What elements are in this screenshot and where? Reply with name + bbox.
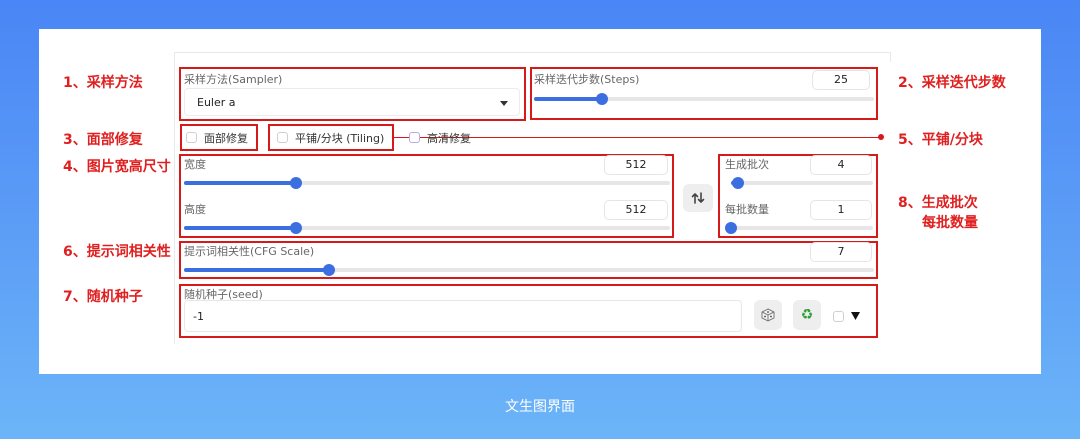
- swap-dimensions-button[interactable]: [683, 184, 713, 212]
- random-seed-button[interactable]: [754, 300, 782, 330]
- height-slider-thumb[interactable]: [289, 222, 302, 234]
- expand-triangle-icon[interactable]: [851, 312, 860, 320]
- sampler-label: 采样方法(Sampler): [184, 73, 283, 86]
- width-slider-thumb[interactable]: [289, 177, 302, 189]
- dice-icon: [761, 308, 775, 322]
- cfg-input[interactable]: 7: [810, 242, 872, 262]
- width-slider-fill: [184, 181, 296, 185]
- sampler-value: Euler a: [197, 96, 236, 109]
- tiling-checkbox[interactable]: [277, 132, 288, 143]
- height-input[interactable]: 512: [604, 200, 668, 220]
- annotation-sampler: 1、采样方法: [63, 75, 143, 91]
- annotation-face-restore: 3、面部修复: [63, 132, 143, 148]
- extra-seed-checkbox[interactable]: [833, 311, 844, 322]
- annotation-size: 4、图片宽高尺寸: [63, 159, 171, 175]
- batch-count-slider[interactable]: [731, 177, 873, 189]
- height-slider-fill: [184, 226, 296, 230]
- seed-value: -1: [193, 310, 204, 323]
- reuse-seed-button[interactable]: ♻: [793, 300, 821, 330]
- batch-size-slider[interactable]: [725, 222, 873, 234]
- steps-input[interactable]: 25: [812, 70, 870, 90]
- recycle-icon: ♻: [800, 307, 814, 323]
- width-slider[interactable]: [184, 177, 670, 189]
- panel-left-divider: [174, 52, 175, 344]
- panel-top-divider: [175, 52, 890, 53]
- swap-arrows-icon: [691, 192, 705, 204]
- cfg-slider[interactable]: [184, 264, 874, 276]
- steps-slider-fill: [534, 97, 602, 101]
- annotation-cfg: 6、提示词相关性: [63, 244, 171, 260]
- batch-size-slider-thumb[interactable]: [725, 222, 737, 234]
- tiling-label: 平铺/分块 (Tiling): [295, 132, 385, 145]
- sampler-select[interactable]: Euler a: [184, 88, 520, 116]
- batch-count-label: 生成批次: [725, 158, 769, 171]
- steps-slider-thumb[interactable]: [596, 93, 608, 105]
- width-input[interactable]: 512: [604, 155, 668, 175]
- annotation-steps: 2、采样迭代步数: [898, 75, 1006, 91]
- face-restore-checkbox[interactable]: [186, 132, 197, 143]
- width-label: 宽度: [184, 158, 206, 171]
- annotation-seed: 7、随机种子: [63, 289, 143, 305]
- steps-slider[interactable]: [534, 93, 874, 105]
- annotation-batch: 8、生成批次: [898, 195, 978, 211]
- caption: 文生图界面: [505, 399, 575, 415]
- batch-size-label: 每批数量: [725, 203, 769, 216]
- batch-count-input[interactable]: 4: [810, 155, 872, 175]
- panel-right-divider: [890, 52, 891, 62]
- hires-fix-label: 高清修复: [427, 132, 471, 145]
- annotation-tiling: 5、平铺/分块: [898, 132, 983, 148]
- batch-size-input[interactable]: 1: [810, 200, 872, 220]
- cfg-slider-fill: [184, 268, 329, 272]
- tiling-pointer-dot: [878, 134, 884, 140]
- cfg-label: 提示词相关性(CFG Scale): [184, 245, 315, 258]
- annotation-batch-size: 每批数量: [922, 215, 978, 231]
- batch-count-slider-thumb[interactable]: [732, 177, 745, 189]
- steps-label: 采样迭代步数(Steps): [534, 73, 640, 86]
- seed-input[interactable]: -1: [184, 300, 742, 332]
- height-label: 高度: [184, 203, 206, 216]
- hires-fix-checkbox[interactable]: [409, 132, 420, 143]
- height-slider[interactable]: [184, 222, 670, 234]
- chevron-down-icon: [500, 101, 508, 106]
- face-restore-label: 面部修复: [204, 132, 248, 145]
- cfg-slider-thumb[interactable]: [322, 264, 335, 276]
